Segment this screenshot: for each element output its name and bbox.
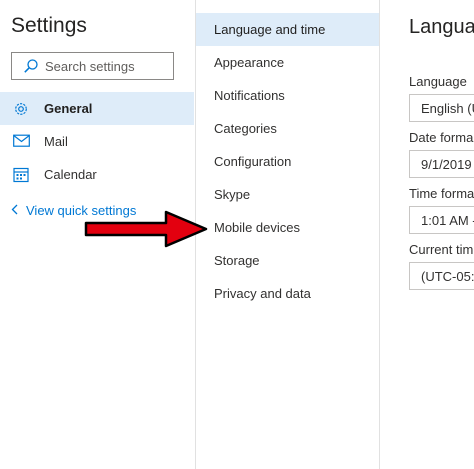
category-language-and-time[interactable]: Language and time bbox=[196, 13, 379, 46]
time-zone-value: (UTC-05:0 bbox=[421, 269, 474, 284]
search-placeholder: Search settings bbox=[45, 59, 135, 74]
category-label: Skype bbox=[214, 187, 251, 202]
category-notifications[interactable]: Notifications bbox=[196, 79, 379, 112]
date-format-value: 9/1/2019 bbox=[421, 157, 472, 172]
category-label: Appearance bbox=[214, 55, 285, 70]
language-time-panel: Langua Language English (U Date forma 9/… bbox=[380, 0, 474, 469]
time-format-label: Time forma bbox=[409, 186, 474, 201]
sidebar-item-label: Calendar bbox=[44, 167, 97, 182]
search-icon bbox=[23, 58, 39, 79]
category-label: Storage bbox=[214, 253, 260, 268]
language-select[interactable]: English (U bbox=[409, 94, 474, 122]
category-storage[interactable]: Storage bbox=[196, 244, 379, 277]
time-format-select[interactable]: 1:01 AM - bbox=[409, 206, 474, 234]
time-format-value: 1:01 AM - bbox=[421, 213, 474, 228]
date-format-select[interactable]: 9/1/2019 bbox=[409, 150, 474, 178]
category-appearance[interactable]: Appearance bbox=[196, 46, 379, 79]
category-configuration[interactable]: Configuration bbox=[196, 145, 379, 178]
current-time-zone-label: Current tim bbox=[409, 242, 474, 257]
category-label: Mobile devices bbox=[214, 220, 300, 235]
sidebar-item-label: Mail bbox=[44, 134, 68, 149]
red-arrow-annotation-icon bbox=[84, 210, 208, 248]
category-categories[interactable]: Categories bbox=[196, 112, 379, 145]
search-settings-input[interactable]: Search settings bbox=[11, 52, 174, 80]
mail-icon bbox=[13, 134, 30, 153]
sidebar-item-general[interactable]: General bbox=[0, 92, 194, 125]
date-format-label: Date forma bbox=[409, 130, 474, 145]
time-zone-select[interactable]: (UTC-05:0 bbox=[409, 262, 474, 290]
settings-title: Settings bbox=[11, 14, 87, 37]
category-label: Categories bbox=[214, 121, 277, 136]
category-mobile-devices[interactable]: Mobile devices bbox=[196, 211, 379, 244]
gear-icon bbox=[13, 101, 29, 122]
language-value: English (U bbox=[421, 101, 474, 116]
sidebar-item-label: General bbox=[44, 101, 93, 116]
panel-title: Langua bbox=[409, 16, 474, 38]
category-label: Notifications bbox=[214, 88, 285, 103]
category-label: Configuration bbox=[214, 154, 292, 169]
language-label: Language bbox=[409, 74, 467, 89]
calendar-icon bbox=[13, 167, 29, 188]
category-label: Language and time bbox=[214, 22, 326, 37]
settings-categories: Language and time Appearance Notificatio… bbox=[196, 0, 380, 469]
category-privacy-and-data[interactable]: Privacy and data bbox=[196, 277, 379, 310]
sidebar-item-mail[interactable]: Mail bbox=[0, 125, 194, 158]
chevron-left-icon bbox=[11, 203, 18, 218]
sidebar-item-calendar[interactable]: Calendar bbox=[0, 158, 194, 191]
category-label: Privacy and data bbox=[214, 286, 311, 301]
category-skype[interactable]: Skype bbox=[196, 178, 379, 211]
